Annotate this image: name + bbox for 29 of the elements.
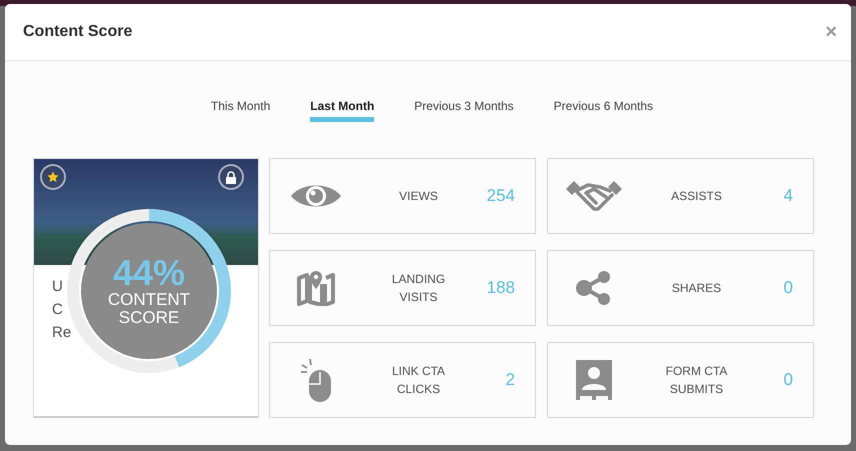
lock-icon[interactable] [218, 164, 244, 190]
share-icon [575, 270, 613, 306]
stat-value: 2 [504, 370, 516, 390]
mouse-click-icon [299, 358, 333, 402]
score-label: CONTENT SCORE [106, 291, 192, 327]
stat-label: VIEWS [398, 188, 439, 205]
period-tab[interactable]: Previous 6 Months [554, 99, 654, 122]
period-tab[interactable]: This Month [210, 99, 270, 122]
stat-label: ASSISTS [670, 188, 723, 205]
content-title-fragment: U [52, 278, 63, 295]
dialog-title: Content Score [23, 23, 132, 41]
score-value: 44% [112, 255, 186, 291]
stat-label: FORM CTA SUBMITS [664, 363, 728, 398]
stat-value: 0 [782, 370, 794, 390]
stat-label: LANDING VISITS [390, 271, 446, 306]
contact-card-icon [576, 360, 612, 400]
stat-label: SHARES [670, 280, 722, 297]
content-title-fragment: Re [52, 324, 72, 341]
period-tab[interactable]: Last Month [310, 99, 374, 122]
stat-label: LINK CTA CLICKS [390, 363, 446, 398]
stat-value: 254 [486, 186, 516, 206]
period-tab[interactable]: Previous 3 Months [414, 99, 514, 122]
stat-value: 188 [486, 278, 516, 298]
content-card[interactable]: U C Re 44% CONTENT SCORE [33, 158, 259, 418]
stat-value: 0 [782, 278, 794, 298]
map-pin-icon [296, 270, 336, 306]
stat-value: 4 [782, 186, 794, 206]
content-title-fragment: C [52, 301, 63, 318]
handshake-icon [564, 179, 624, 213]
